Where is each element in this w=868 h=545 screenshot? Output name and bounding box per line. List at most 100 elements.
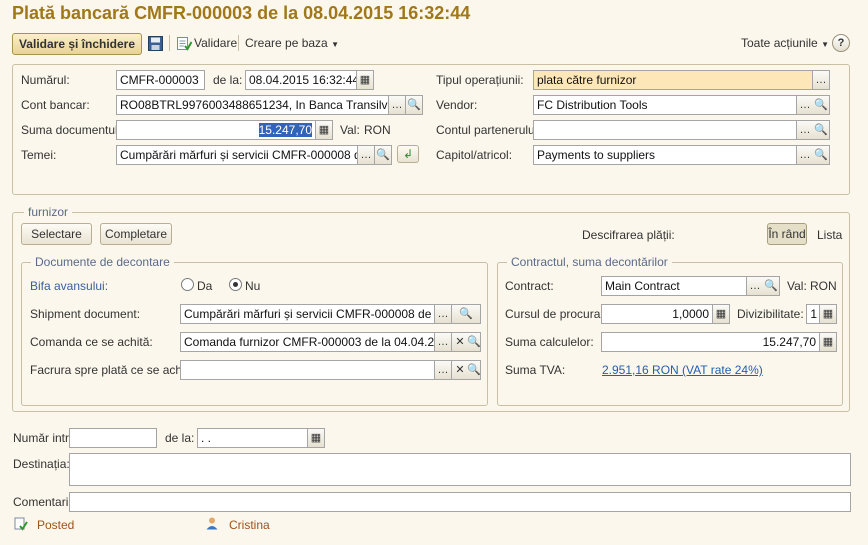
advance-label: Bifa avansului: (30, 279, 109, 293)
invoice-field[interactable] (180, 360, 435, 380)
vat-amount-link[interactable]: 2.951,16 RON (VAT rate 24%) (602, 363, 763, 377)
choose-icon[interactable]: … (389, 95, 406, 115)
calculator-icon[interactable]: ▦ (820, 304, 837, 324)
advance-no-radio[interactable] (229, 278, 242, 291)
view-inline-toggle[interactable]: În rând (767, 223, 807, 245)
search-icon[interactable]: 🔍 (452, 304, 481, 324)
comment-field[interactable] (69, 492, 851, 512)
vendor-label: Vendor: (436, 98, 478, 112)
search-icon[interactable]: 🔍 (375, 145, 392, 165)
shipment-label: Shipment document: (30, 307, 141, 321)
search-icon[interactable]: 🔍 (813, 120, 830, 140)
go-back-icon: ↲ (402, 147, 414, 161)
calc-amount-label: Suma calculelor: (505, 335, 594, 349)
supplier-legend: furnizor (24, 205, 73, 219)
multiplier-label: Divizibilitate: (737, 307, 804, 321)
incoming-date-field[interactable]: . . (197, 428, 308, 448)
choose-icon[interactable]: … (435, 304, 452, 324)
choose-icon[interactable]: … (813, 70, 830, 90)
choose-icon[interactable]: … (358, 145, 375, 165)
vat-label: Suma TVA: (505, 363, 566, 377)
amount-label: Suma documentului: (21, 123, 131, 137)
search-icon[interactable]: 🔍 (813, 95, 830, 115)
choose-icon[interactable]: … (797, 145, 814, 165)
vendor-field[interactable]: FC Distribution Tools (533, 95, 797, 115)
contract-legend: Contractul, suma decontărilor (507, 255, 672, 269)
post-button[interactable]: Validare (194, 36, 237, 50)
toolbar-separator (238, 35, 239, 51)
fill-button[interactable]: Completare (100, 223, 172, 245)
choose-icon[interactable]: … (435, 332, 452, 352)
help-button[interactable]: ? (832, 34, 850, 52)
search-icon[interactable]: 🔍 (406, 95, 423, 115)
bank-account-label: Cont bancar: (21, 98, 90, 112)
contract-field[interactable]: Main Contract (601, 276, 747, 296)
contract-currency-value: RON (810, 279, 837, 293)
calendar-icon[interactable]: ▦ (357, 70, 374, 90)
incoming-date-label: de la: (165, 431, 195, 445)
contract-currency-label: Val: (787, 279, 807, 293)
calc-amount-field[interactable]: 15.247,70 (601, 332, 820, 352)
number-label: Numărul: (21, 73, 70, 87)
view-list-toggle[interactable]: Lista (817, 228, 842, 242)
calculator-icon[interactable]: ▦ (820, 332, 837, 352)
save-icon[interactable] (148, 36, 163, 51)
chevron-down-icon: ▼ (821, 40, 829, 49)
choose-icon[interactable]: … (797, 95, 814, 115)
contract-label: Contract: (505, 279, 554, 293)
number-field[interactable]: CMFR-000003 (116, 70, 205, 90)
order-field[interactable]: Comanda furnizor CMFR-000003 de la 04.04… (180, 332, 435, 352)
select-button[interactable]: Selectare (21, 223, 92, 245)
operation-type-label: Tipul operațiunii: (436, 73, 524, 87)
multiplier-field[interactable]: 1 (806, 304, 820, 324)
chevron-down-icon: ▼ (331, 40, 339, 49)
operation-type-field[interactable]: plata către furnizor (533, 70, 813, 90)
create-based-on-menu[interactable]: Creare pe baza ▼ (245, 36, 339, 50)
rate-field[interactable]: 1,0000 (601, 304, 713, 324)
partner-account-field[interactable] (533, 120, 797, 140)
incoming-number-field[interactable] (69, 428, 157, 448)
advance-yes-label: Da (197, 279, 213, 293)
incoming-number-label: Număr intr.: (13, 431, 76, 445)
advance-no-label: Nu (245, 279, 261, 293)
purpose-field[interactable] (69, 453, 851, 486)
all-actions-label: Toate acțiunile (741, 36, 818, 50)
article-field[interactable]: Payments to suppliers (533, 145, 797, 165)
calculator-icon[interactable]: ▦ (713, 304, 730, 324)
advance-yes-radio[interactable] (181, 278, 194, 291)
rate-label: Cursul de procurare: (505, 307, 615, 321)
basis-label: Temei: (21, 148, 57, 162)
amount-field[interactable]: 15.247,70 (116, 120, 316, 140)
bank-account-field[interactable]: RO08BTRL9976003488651234, In Banca Trans… (116, 95, 389, 115)
currency-value: RON (364, 123, 391, 137)
amount-value: 15.247,70 (258, 123, 312, 137)
calculator-icon[interactable]: ▦ (316, 120, 333, 140)
calendar-icon[interactable]: ▦ (308, 428, 325, 448)
user-icon (205, 516, 219, 530)
choose-icon[interactable]: … (435, 360, 452, 380)
post-document-icon[interactable] (176, 35, 193, 51)
article-label: Capitol/atricol: (436, 148, 513, 162)
author-text: Cristina (229, 518, 270, 532)
search-icon[interactable]: 🔍 (763, 276, 780, 296)
order-label: Comanda ce se achită: (30, 335, 153, 349)
search-icon[interactable]: 🔍 (467, 360, 481, 380)
date-field[interactable]: 08.04.2015 16:32:44 (245, 70, 357, 90)
status-text: Posted (37, 518, 75, 532)
payment-breakdown-label: Descifrarea plății: (582, 228, 675, 242)
go-to-basis-button[interactable]: ↲ (397, 145, 419, 163)
choose-icon[interactable]: … (797, 120, 814, 140)
basis-field[interactable]: Cumpărări mărfuri și servicii CMFR-00000… (116, 145, 358, 165)
shipment-field[interactable]: Cumpărări mărfuri și servicii CMFR-00000… (180, 304, 435, 324)
date-label: de la: (213, 73, 243, 87)
search-icon[interactable]: 🔍 (467, 332, 481, 352)
search-icon[interactable]: 🔍 (813, 145, 830, 165)
create-based-on-label: Creare pe baza (245, 36, 328, 50)
all-actions-menu[interactable]: Toate acțiunile ▼ (741, 36, 829, 50)
toolbar-separator (169, 35, 170, 51)
choose-icon[interactable]: … (747, 276, 764, 296)
post-and-close-button[interactable]: Validare și închidere (12, 33, 142, 55)
partner-account-label: Contul partenerului: (436, 123, 541, 137)
settlement-documents-legend: Documente de decontare (31, 255, 174, 269)
purpose-label: Destinația: (13, 457, 70, 471)
